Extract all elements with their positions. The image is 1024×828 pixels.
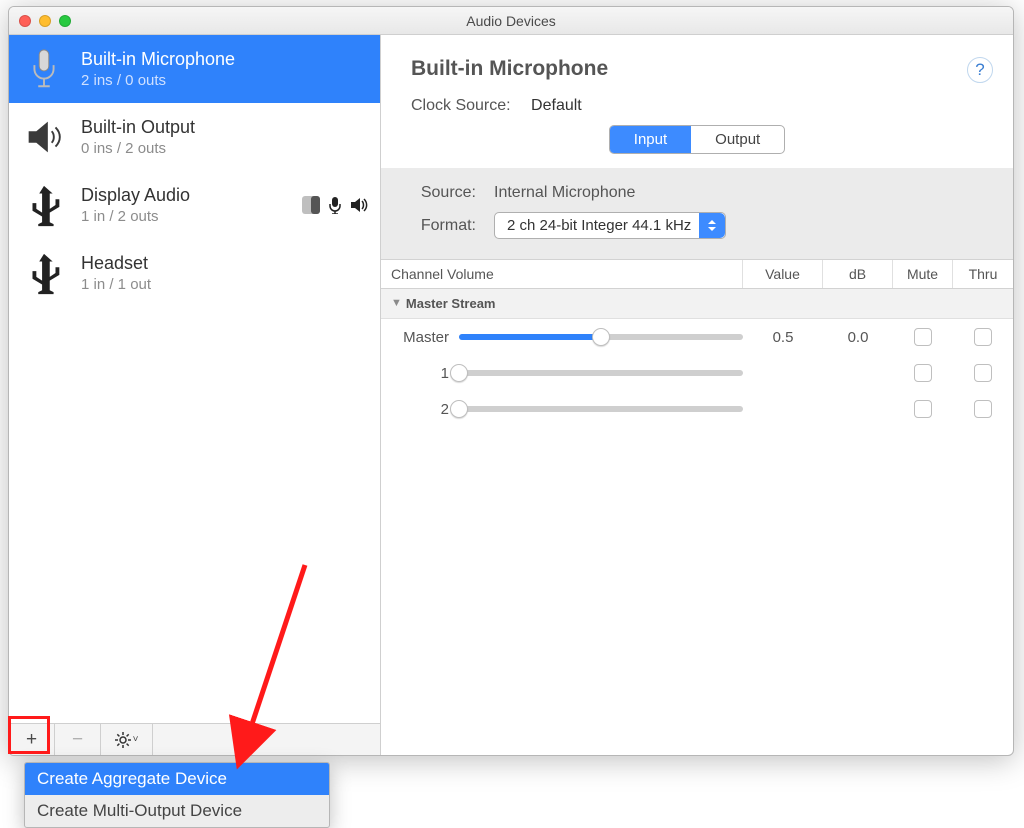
- device-io: 1 in / 2 outs: [81, 208, 290, 225]
- disclosure-triangle-icon: ▼: [391, 297, 402, 309]
- chevron-down-icon: ˅: [133, 734, 139, 745]
- format-label: Format:: [411, 217, 476, 235]
- device-io: 0 ins / 2 outs: [81, 140, 368, 157]
- menu-item-create-aggregate[interactable]: Create Aggregate Device: [25, 763, 329, 795]
- device-name: Built-in Microphone: [81, 49, 368, 71]
- device-io: 2 ins / 0 outs: [81, 72, 368, 89]
- col-db: dB: [823, 260, 893, 288]
- device-status-icons: [302, 196, 368, 214]
- channel-row-2: 2: [381, 391, 1013, 427]
- col-value: Value: [743, 260, 823, 288]
- panel-title: Built-in Microphone: [411, 57, 983, 81]
- format-section: Source: Internal Microphone Format: 2 ch…: [381, 168, 1013, 259]
- channel-row-1: 1: [381, 355, 1013, 391]
- help-button[interactable]: ?: [967, 57, 993, 83]
- gear-icon: [115, 732, 131, 748]
- usb-icon: [19, 249, 69, 297]
- usb-icon: [19, 181, 69, 229]
- titlebar: Audio Devices: [9, 7, 1013, 35]
- col-mute: Mute: [893, 260, 953, 288]
- source-label: Source:: [411, 184, 476, 202]
- thru-checkbox[interactable]: [974, 400, 992, 418]
- speaker-output-icon: [350, 196, 368, 214]
- device-actions-menu-button[interactable]: ˅: [101, 724, 153, 755]
- volume-slider-1[interactable]: [459, 370, 743, 376]
- device-item-headset[interactable]: Headset 1 in / 1 out: [9, 239, 380, 307]
- channel-label: 1: [391, 365, 459, 382]
- clock-source-label: Clock Source:: [411, 97, 511, 114]
- mic-input-icon: [328, 196, 342, 214]
- master-stream-header[interactable]: ▼ Master Stream: [381, 289, 1013, 319]
- source-value: Internal Microphone: [494, 184, 635, 202]
- channel-label: Master: [391, 329, 459, 346]
- clock-source-value: Default: [531, 97, 582, 114]
- device-name: Display Audio: [81, 185, 290, 207]
- format-value: 2 ch 24-bit Integer 44.1 kHz: [507, 217, 691, 234]
- device-list-sidebar: Built-in Microphone 2 ins / 0 outs Built…: [9, 35, 381, 755]
- device-item-built-in-output[interactable]: Built-in Output 0 ins / 2 outs: [9, 103, 380, 171]
- audio-devices-window: Audio Devices Built-in Microphone 2 in: [8, 6, 1014, 756]
- thru-checkbox[interactable]: [974, 364, 992, 382]
- clock-source-row: Clock Source: Default: [411, 97, 983, 115]
- microphone-icon: [19, 45, 69, 93]
- panel-header: Built-in Microphone Clock Source: Defaul…: [381, 35, 1013, 168]
- add-device-button[interactable]: +: [9, 724, 55, 755]
- channel-table-header: Channel Volume Value dB Mute Thru: [381, 259, 1013, 289]
- col-channel-volume: Channel Volume: [381, 260, 743, 288]
- finder-icon: [302, 196, 320, 214]
- speaker-icon: [19, 113, 69, 161]
- device-name: Built-in Output: [81, 117, 368, 139]
- device-item-display-audio[interactable]: Display Audio 1 in / 2 outs: [9, 171, 380, 239]
- channel-row-master: Master 0.5 0.0: [381, 319, 1013, 355]
- add-device-popup-menu: Create Aggregate Device Create Multi-Out…: [24, 762, 330, 828]
- volume-slider-master[interactable]: [459, 334, 743, 340]
- format-select[interactable]: 2 ch 24-bit Integer 44.1 kHz: [494, 212, 726, 239]
- volume-slider-2[interactable]: [459, 406, 743, 412]
- tab-output[interactable]: Output: [691, 126, 784, 153]
- channel-db: 0.0: [823, 329, 893, 346]
- device-list: Built-in Microphone 2 ins / 0 outs Built…: [9, 35, 380, 723]
- menu-item-create-multi-output[interactable]: Create Multi-Output Device: [25, 795, 329, 827]
- thru-checkbox[interactable]: [974, 328, 992, 346]
- col-thru: Thru: [953, 260, 1013, 288]
- tab-input[interactable]: Input: [610, 126, 691, 153]
- mute-checkbox[interactable]: [914, 364, 932, 382]
- device-name: Headset: [81, 253, 368, 275]
- io-tabs: Input Output: [411, 115, 983, 154]
- device-io: 1 in / 1 out: [81, 276, 368, 293]
- updown-icon: [699, 213, 725, 238]
- remove-device-button[interactable]: −: [55, 724, 101, 755]
- mute-checkbox[interactable]: [914, 328, 932, 346]
- device-item-built-in-microphone[interactable]: Built-in Microphone 2 ins / 0 outs: [9, 35, 380, 103]
- channel-value: 0.5: [743, 329, 823, 346]
- sidebar-toolbar: + − ˅: [9, 723, 380, 755]
- mute-checkbox[interactable]: [914, 400, 932, 418]
- device-detail-panel: Built-in Microphone Clock Source: Defaul…: [381, 35, 1013, 755]
- stream-label: Master Stream: [406, 296, 496, 311]
- channel-label: 2: [391, 401, 459, 418]
- window-title: Audio Devices: [9, 13, 1013, 29]
